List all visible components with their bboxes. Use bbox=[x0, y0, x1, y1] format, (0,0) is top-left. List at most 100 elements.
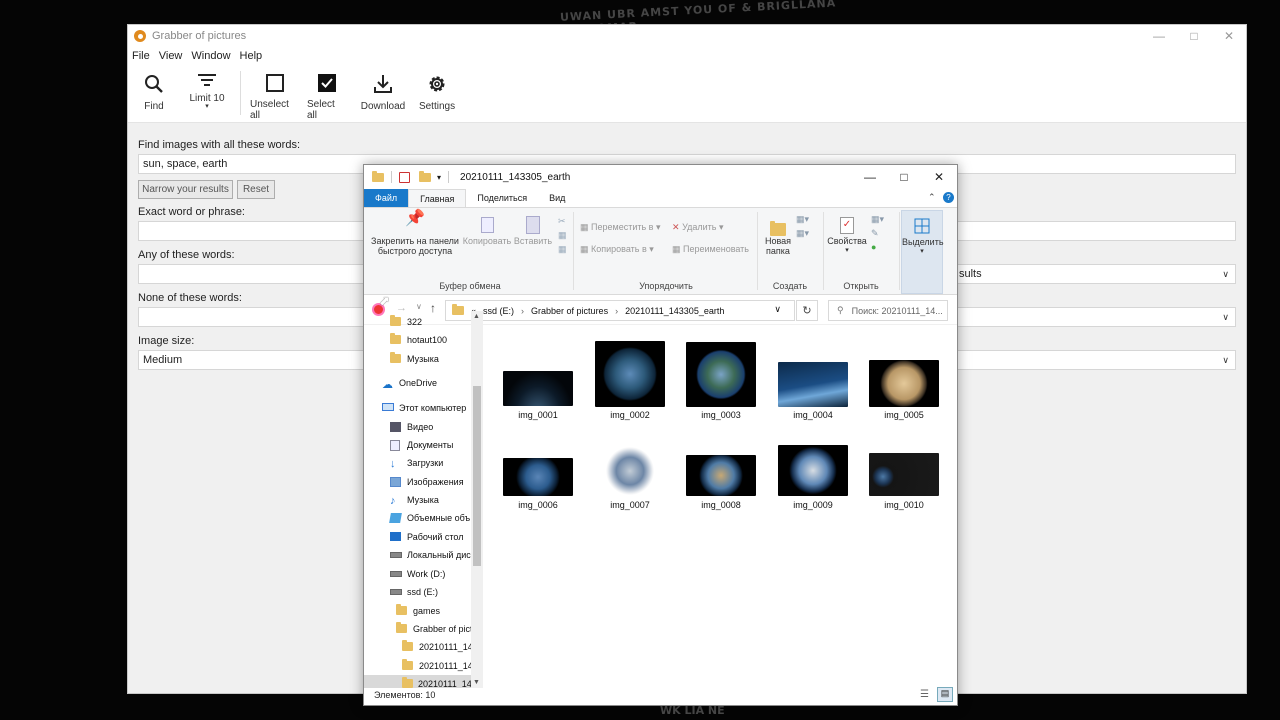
copy-button[interactable]: Копировать bbox=[462, 214, 512, 246]
menu-window[interactable]: Window bbox=[191, 50, 230, 62]
image-thumbnail[interactable] bbox=[686, 455, 756, 496]
paste-button[interactable]: Вставить bbox=[511, 214, 555, 246]
image-filename[interactable]: img_0002 bbox=[592, 410, 668, 420]
nav-item[interactable]: hotaut100 bbox=[390, 331, 447, 348]
image-thumbnail[interactable] bbox=[595, 341, 665, 407]
nav-scrollbar[interactable]: ▲ ▼ bbox=[471, 311, 483, 688]
ribbon-group-select: Выделить ▾ bbox=[901, 210, 944, 294]
new-folder-button[interactable]: Новая папка bbox=[760, 214, 796, 256]
minimize-icon[interactable]: — bbox=[1142, 25, 1176, 47]
nav-item[interactable]: Рабочий стол bbox=[390, 528, 464, 545]
image-filename[interactable]: img_0008 bbox=[683, 500, 759, 510]
nav-item[interactable]: ssd (E:) bbox=[390, 583, 438, 600]
nav-item[interactable]: Объемные объ bbox=[389, 509, 470, 526]
tab-home[interactable]: Главная bbox=[408, 189, 467, 207]
close-icon[interactable]: ✕ bbox=[1212, 25, 1246, 47]
music-icon: ♪ bbox=[390, 494, 396, 507]
image-filename[interactable]: img_0010 bbox=[866, 500, 942, 510]
tab-view[interactable]: Вид bbox=[538, 189, 576, 207]
narrow-results-button[interactable]: Narrow your results bbox=[138, 180, 233, 199]
image-thumbnail[interactable] bbox=[503, 458, 573, 496]
image-thumbnail[interactable] bbox=[869, 360, 939, 407]
delete-button[interactable]: ✕ Удалить ▾ bbox=[672, 222, 723, 233]
maximize-icon[interactable]: □ bbox=[1177, 25, 1211, 47]
image-filename[interactable]: img_0001 bbox=[500, 410, 576, 420]
image-thumbnail[interactable] bbox=[778, 362, 848, 407]
open-options-icon[interactable]: ▦▾ ✎ ● bbox=[871, 212, 884, 254]
image-size-label: Image size: bbox=[138, 335, 195, 347]
properties-icon: ✓ bbox=[825, 214, 869, 236]
collapse-ribbon-icon[interactable]: ⌃ bbox=[928, 192, 936, 203]
cut-icon[interactable]: ✂ ▦ ▦ bbox=[558, 214, 567, 256]
image-thumbnail[interactable] bbox=[686, 342, 756, 407]
select-button[interactable]: Выделить ▾ bbox=[902, 215, 944, 257]
exact-phrase-label: Exact word or phrase: bbox=[138, 206, 245, 218]
checkbox-empty-icon bbox=[264, 69, 286, 97]
help-icon[interactable]: ? bbox=[943, 192, 954, 203]
new-folder-quick-icon[interactable] bbox=[419, 170, 431, 182]
ribbon-group-clipboard: 📌 Закрепить на панели быстрого доступа К… bbox=[366, 210, 574, 294]
pin-button[interactable]: 📌 Закрепить на панели быстрого доступа bbox=[366, 211, 464, 257]
copy-to-button[interactable]: ▦ Копировать в ▾ bbox=[580, 244, 654, 255]
reset-button[interactable]: Reset bbox=[237, 180, 275, 199]
image-filename[interactable]: img_0003 bbox=[683, 410, 759, 420]
image-thumbnail[interactable] bbox=[778, 445, 848, 496]
image-filename[interactable]: img_0004 bbox=[775, 410, 851, 420]
properties-button[interactable]: ✓ Свойства ▾ bbox=[825, 214, 869, 256]
nav-item[interactable]: Этот компьютер bbox=[382, 399, 466, 416]
menu-help[interactable]: Help bbox=[240, 50, 263, 62]
scroll-up-icon[interactable]: ▲ bbox=[473, 313, 480, 320]
image-thumbnail[interactable] bbox=[595, 446, 665, 496]
nav-item-label: Work (D:) bbox=[407, 568, 446, 579]
nav-item[interactable]: ♪ Музыка bbox=[390, 491, 439, 508]
image-thumbnail[interactable] bbox=[503, 371, 573, 406]
nav-item[interactable]: Документы bbox=[390, 436, 453, 453]
tab-share[interactable]: Поделиться bbox=[466, 189, 538, 207]
nav-item[interactable]: Видео bbox=[390, 418, 433, 435]
nav-item[interactable]: ☁ OneDrive bbox=[382, 374, 437, 391]
chevron-down-icon: ∨ bbox=[1222, 312, 1229, 322]
nav-item[interactable]: Локальный дис bbox=[390, 546, 471, 563]
download-button[interactable]: Download bbox=[361, 69, 405, 121]
nav-item-label: Локальный дис bbox=[407, 549, 471, 560]
nav-item-label: Музыка bbox=[407, 353, 439, 364]
nav-item[interactable]: Музыка bbox=[390, 350, 439, 367]
details-view-icon[interactable]: ☰ bbox=[920, 689, 929, 700]
nav-item[interactable]: 20210111_143 bbox=[402, 638, 478, 655]
new-item-icon[interactable]: ▦▾ ▦▾ bbox=[796, 212, 809, 240]
close-icon[interactable]: ✕ bbox=[922, 165, 956, 189]
image-filename[interactable]: img_0007 bbox=[592, 500, 668, 510]
scrollbar-thumb[interactable] bbox=[473, 386, 481, 566]
settings-button[interactable]: Settings bbox=[419, 69, 455, 121]
nav-item[interactable]: ↓ Загрузки bbox=[390, 454, 443, 471]
nav-item[interactable]: Grabber of pict bbox=[396, 620, 473, 637]
pictures-icon bbox=[390, 476, 402, 487]
nav-item[interactable]: Work (D:) bbox=[390, 565, 445, 582]
select-all-button[interactable]: Select all bbox=[307, 69, 347, 121]
move-to-button[interactable]: ▦ Переместить в ▾ bbox=[580, 222, 660, 233]
nav-item[interactable]: 322 bbox=[390, 313, 422, 330]
nav-item-label: 20210111_143 bbox=[419, 660, 478, 671]
minimize-icon[interactable]: — bbox=[853, 165, 887, 189]
tab-file[interactable]: Файл bbox=[364, 189, 409, 207]
menu-file[interactable]: File bbox=[132, 50, 150, 62]
limit-button[interactable]: Limit 10 ▾ bbox=[186, 69, 228, 121]
nav-item[interactable]: Изображения bbox=[390, 473, 464, 490]
all-words-label: Find images with all these words: bbox=[138, 139, 301, 151]
large-icons-view-icon[interactable]: ▤ bbox=[937, 687, 953, 702]
maximize-icon[interactable]: □ bbox=[887, 165, 921, 189]
nav-item[interactable]: games bbox=[396, 602, 440, 619]
ribbon: 📌 Закрепить на панели быстрого доступа К… bbox=[364, 207, 957, 295]
rename-button[interactable]: ▦ Переименовать bbox=[672, 244, 749, 255]
image-filename[interactable]: img_0006 bbox=[500, 500, 576, 510]
image-thumbnail[interactable] bbox=[869, 453, 939, 496]
properties-quick-icon[interactable] bbox=[399, 171, 410, 183]
unselect-all-button[interactable]: Unselect all bbox=[250, 69, 300, 121]
image-filename[interactable]: img_0009 bbox=[775, 500, 851, 510]
status-bar: Элементов: 10 ☰ ▤ bbox=[364, 685, 957, 705]
image-filename[interactable]: img_0005 bbox=[866, 410, 942, 420]
find-button[interactable]: Find bbox=[138, 69, 170, 121]
menu-view[interactable]: View bbox=[159, 50, 183, 62]
nav-item[interactable]: 20210111_143 bbox=[402, 657, 478, 674]
customize-quick-access-icon[interactable]: ▾ bbox=[437, 173, 441, 182]
